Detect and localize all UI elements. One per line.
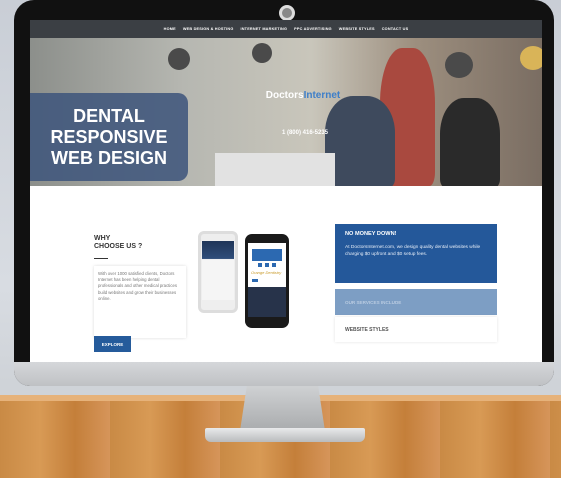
- logo-text-internet: Internet: [303, 90, 341, 101]
- doctors-internet-logo[interactable]: DoctorsInternet: [258, 90, 348, 104]
- monitor-base: [205, 428, 365, 442]
- why-heading-line2: CHOOSE US ?: [94, 243, 143, 250]
- phone-number[interactable]: 1 (800) 416-5235: [270, 130, 340, 136]
- nav-ppc[interactable]: PPC ADVERTISING: [294, 27, 332, 31]
- phone-mockup-black: Orange Dentistry: [245, 234, 289, 328]
- why-heading: WHY CHOOSE US ?: [94, 235, 142, 251]
- top-navigation: HOME WEB DESIGN & HOSTING INTERNET MARKE…: [30, 20, 542, 38]
- phone-dark-panel: [248, 287, 286, 317]
- pendant-lamp: [252, 43, 272, 63]
- nav-website-styles[interactable]: WEBSITE STYLES: [339, 27, 375, 31]
- explore-button[interactable]: EXPLORE: [94, 336, 131, 352]
- desk: [215, 153, 335, 186]
- website-screen: HOME WEB DESIGN & HOSTING INTERNET MARKE…: [30, 20, 542, 362]
- hero-title-line: RESPONSIVE: [50, 126, 168, 147]
- why-body-text: With over 1000 satisfied clients, Doctor…: [94, 266, 186, 338]
- nav-home[interactable]: HOME: [164, 27, 176, 31]
- content-section: WHY CHOOSE US ? With over 1000 satisfied…: [30, 186, 542, 362]
- why-heading-line1: WHY: [94, 235, 111, 242]
- hero-title-line: WEB DESIGN: [50, 147, 167, 168]
- website-styles-panel[interactable]: WEBSITE STYLES: [335, 317, 497, 342]
- phone-icons: [258, 263, 278, 267]
- pendant-lamp: [168, 48, 190, 70]
- pendant-lamp: [520, 46, 542, 70]
- phone-screen: [202, 241, 234, 300]
- no-money-heading: NO MONEY DOWN!: [345, 231, 397, 237]
- nav-internet-marketing[interactable]: INTERNET MARKETING: [240, 27, 287, 31]
- nav-web-design[interactable]: WEB DESIGN & HOSTING: [183, 27, 234, 31]
- logo-text-doctors: Doctors: [265, 90, 304, 101]
- nav-contact[interactable]: CONTACT US: [382, 27, 409, 31]
- services-panel[interactable]: OUR SERVICES INCLUDE: [335, 289, 497, 315]
- hero-title-line: DENTAL: [73, 105, 145, 126]
- phone-banner: [252, 249, 282, 261]
- camera-icon: [279, 5, 295, 21]
- person-figure: [325, 96, 395, 186]
- monitor-chin: [14, 362, 554, 386]
- hero-banner: DENTAL RESPONSIVE WEB DESIGN DoctorsInte…: [30, 38, 542, 186]
- phone-screen: Orange Dentistry: [248, 243, 286, 317]
- hero-title-box: DENTAL RESPONSIVE WEB DESIGN: [30, 93, 188, 181]
- logo-tagline: [258, 101, 348, 104]
- phone-mockup-white: [198, 231, 238, 313]
- person-figure: [440, 98, 500, 186]
- phone-button: [252, 279, 258, 282]
- pendant-lamp: [445, 52, 473, 78]
- divider: [94, 258, 108, 259]
- phone-script-text: Orange Dentistry: [251, 270, 282, 275]
- monitor-stand: [240, 386, 325, 431]
- no-money-down-panel: NO MONEY DOWN! At DoctorsInternet.com, w…: [335, 224, 497, 283]
- no-money-text: At DoctorsInternet.com, we design qualit…: [345, 245, 481, 257]
